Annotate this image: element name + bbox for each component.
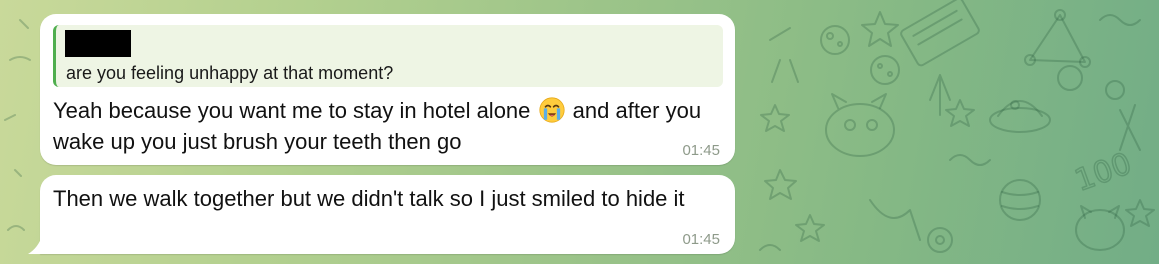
bubble-tail xyxy=(28,236,42,254)
reply-quote[interactable]: are you feeling unhappy at that moment? xyxy=(53,25,723,87)
svg-text:100: 100 xyxy=(1070,146,1136,198)
loudly-crying-face-icon xyxy=(538,97,565,123)
message-text: Then we walk together but we didn't talk… xyxy=(53,186,685,211)
message-bubble[interactable]: Then we walk together but we didn't talk… xyxy=(40,175,735,254)
message-text: Yeah because you want me to stay in hote… xyxy=(53,95,723,157)
message-timestamp: 01:45 xyxy=(682,142,720,159)
message-bubble[interactable]: are you feeling unhappy at that moment? … xyxy=(40,14,735,165)
message-text-part: Yeah because you want me to stay in hote… xyxy=(53,98,531,123)
reply-author-redacted xyxy=(65,30,131,57)
reply-quote-text: are you feeling unhappy at that moment? xyxy=(66,63,394,83)
message-timestamp: 01:45 xyxy=(682,231,720,248)
